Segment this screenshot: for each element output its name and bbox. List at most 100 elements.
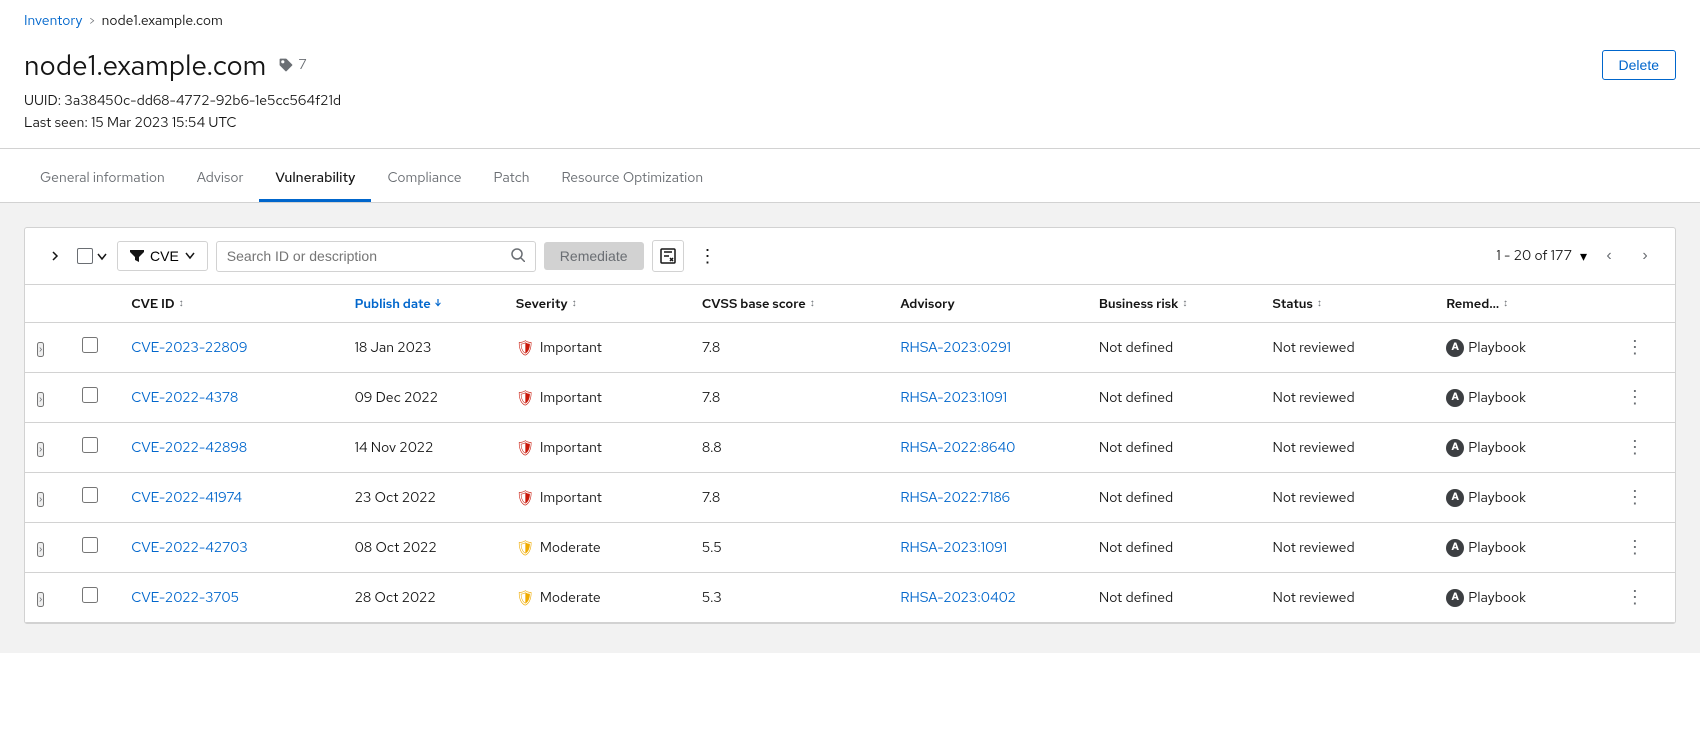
vulnerability-table: CVE ID ↕ Publish date ↓ Severity ↕ xyxy=(24,284,1676,624)
row-actions-button[interactable]: ⋮ xyxy=(1620,335,1650,360)
remediate-button[interactable]: Remediate xyxy=(544,242,644,270)
business-risk-cell: Not defined xyxy=(1087,523,1261,573)
expand-all-button[interactable] xyxy=(41,242,69,270)
cvss-score-cell: 5.3 xyxy=(690,573,888,623)
row-actions-button[interactable]: ⋮ xyxy=(1620,485,1650,510)
severity-label: Important xyxy=(540,389,602,407)
status-cell: Not reviewed xyxy=(1261,473,1435,523)
page-meta: UUID: 3a38450c-dd68-4772-92b6-1e5cc564f2… xyxy=(24,92,1676,132)
cvss-score-cell: 7.8 xyxy=(690,323,888,373)
breadcrumb-inventory-link[interactable]: Inventory xyxy=(24,12,82,30)
row-actions-button[interactable]: ⋮ xyxy=(1620,435,1650,460)
status-cell: Not reviewed xyxy=(1261,423,1435,473)
row-expand-button[interactable]: › xyxy=(37,442,44,457)
prev-page-button[interactable]: ‹ xyxy=(1595,242,1623,270)
playbook-icon: A xyxy=(1446,339,1464,357)
publish-date-cell: 08 Oct 2022 xyxy=(343,523,504,573)
table-row: › CVE-2022-4378 09 Dec 2022 🛡 Important … xyxy=(25,373,1675,423)
tab-vulnerability[interactable]: Vulnerability xyxy=(259,157,371,202)
table-row: › CVE-2022-42898 14 Nov 2022 🛡 Important… xyxy=(25,423,1675,473)
publish-date-cell: 28 Oct 2022 xyxy=(343,573,504,623)
th-cvss-base-score[interactable]: CVSS base score ↕ xyxy=(690,285,888,323)
sort-arrow-date: ↓ xyxy=(435,297,441,310)
row-checkbox[interactable] xyxy=(82,387,98,403)
tab-patch[interactable]: Patch xyxy=(478,157,546,202)
row-select-all[interactable] xyxy=(77,247,109,266)
th-publish-date[interactable]: Publish date ↓ xyxy=(343,285,504,323)
export-button[interactable] xyxy=(652,240,684,272)
th-cve-id[interactable]: CVE ID ↕ xyxy=(119,285,342,323)
severity-cell: 🛡 Important xyxy=(504,373,690,423)
advisory-link[interactable]: RHSA-2023:1091 xyxy=(900,539,1007,557)
filter-button[interactable]: CVE xyxy=(117,241,208,271)
advisory-link[interactable]: RHSA-2022:8640 xyxy=(900,439,1015,457)
row-actions-button[interactable]: ⋮ xyxy=(1620,585,1650,610)
row-expand-button[interactable]: › xyxy=(37,592,44,607)
th-status[interactable]: Status ↕ xyxy=(1261,285,1435,323)
more-actions-button[interactable]: ⋮ xyxy=(692,240,724,272)
breadcrumb-current: node1.example.com xyxy=(102,12,223,30)
chevron-right-icon xyxy=(50,251,60,261)
tag-icon xyxy=(278,57,294,73)
page-header: node1.example.com 7 Delete UUID: 3a38450… xyxy=(0,38,1700,149)
advisory-link[interactable]: RHSA-2023:0402 xyxy=(900,589,1016,607)
tab-resource-optimization[interactable]: Resource Optimization xyxy=(546,157,720,202)
table-row: › CVE-2022-42703 08 Oct 2022 🛡 Moderate … xyxy=(25,523,1675,573)
uuid-label: UUID: 3a38450c-dd68-4772-92b6-1e5cc564f2… xyxy=(24,92,1676,110)
pagination: 1 - 20 of 177 ▾ ‹ › xyxy=(1496,242,1659,270)
row-actions-button[interactable]: ⋮ xyxy=(1620,385,1650,410)
row-checkbox[interactable] xyxy=(82,537,98,553)
remed-cell: A Playbook xyxy=(1434,423,1608,473)
publish-date-cell: 18 Jan 2023 xyxy=(343,323,504,373)
filter-label: CVE xyxy=(150,248,179,264)
cvss-score-cell: 7.8 xyxy=(690,473,888,523)
advisory-cell: RHSA-2022:8640 xyxy=(888,423,1086,473)
publish-date-cell: 09 Dec 2022 xyxy=(343,373,504,423)
th-severity[interactable]: Severity ↕ xyxy=(504,285,690,323)
cve-id-link[interactable]: CVE-2023-22809 xyxy=(131,339,247,357)
th-business-risk[interactable]: Business risk ↕ xyxy=(1087,285,1261,323)
remed-label: Playbook xyxy=(1468,389,1526,407)
search-input[interactable] xyxy=(217,242,501,270)
cve-id-link[interactable]: CVE-2022-42703 xyxy=(131,539,247,557)
row-checkbox[interactable] xyxy=(82,437,98,453)
tab-general-information[interactable]: General information xyxy=(24,157,181,202)
row-actions-button[interactable]: ⋮ xyxy=(1620,535,1650,560)
page-size-dropdown[interactable]: ▾ xyxy=(1580,248,1587,265)
row-checkbox[interactable] xyxy=(82,587,98,603)
advisory-link[interactable]: RHSA-2023:0291 xyxy=(900,339,1011,357)
row-checkbox[interactable] xyxy=(82,487,98,503)
row-expand-button[interactable]: › xyxy=(37,542,44,557)
advisory-cell: RHSA-2023:0291 xyxy=(888,323,1086,373)
table-row: › CVE-2022-41974 23 Oct 2022 🛡 Important… xyxy=(25,473,1675,523)
tab-advisor[interactable]: Advisor xyxy=(181,157,260,202)
cve-id-link[interactable]: CVE-2022-4378 xyxy=(131,389,238,407)
playbook-icon: A xyxy=(1446,439,1464,457)
status-cell: Not reviewed xyxy=(1261,573,1435,623)
remed-label: Playbook xyxy=(1468,439,1526,457)
severity-cell: 🛡 Important xyxy=(504,323,690,373)
cve-id-link[interactable]: CVE-2022-41974 xyxy=(131,489,242,507)
delete-button[interactable]: Delete xyxy=(1602,50,1676,80)
select-all-checkbox[interactable] xyxy=(77,248,93,264)
sort-arrow-cvss: ↕ xyxy=(810,297,815,310)
th-remed[interactable]: Remed... ↕ xyxy=(1434,285,1608,323)
remed-label: Playbook xyxy=(1468,539,1526,557)
next-page-button[interactable]: › xyxy=(1631,242,1659,270)
advisory-link[interactable]: RHSA-2022:7186 xyxy=(900,489,1010,507)
row-checkbox[interactable] xyxy=(82,337,98,353)
cve-id-link[interactable]: CVE-2022-3705 xyxy=(131,589,239,607)
row-expand-button[interactable]: › xyxy=(37,342,44,357)
search-button[interactable] xyxy=(501,242,535,271)
select-dropdown-button[interactable] xyxy=(95,247,109,266)
business-risk-cell: Not defined xyxy=(1087,423,1261,473)
th-expand xyxy=(25,285,70,323)
severity-important-icon: 🛡 xyxy=(516,488,535,508)
row-expand-button[interactable]: › xyxy=(37,492,44,507)
advisory-cell: RHSA-2023:0402 xyxy=(888,573,1086,623)
severity-cell: 🛡 Moderate xyxy=(504,523,690,573)
row-expand-button[interactable]: › xyxy=(37,392,44,407)
cve-id-link[interactable]: CVE-2022-42898 xyxy=(131,439,247,457)
advisory-link[interactable]: RHSA-2023:1091 xyxy=(900,389,1007,407)
tab-compliance[interactable]: Compliance xyxy=(371,157,477,202)
